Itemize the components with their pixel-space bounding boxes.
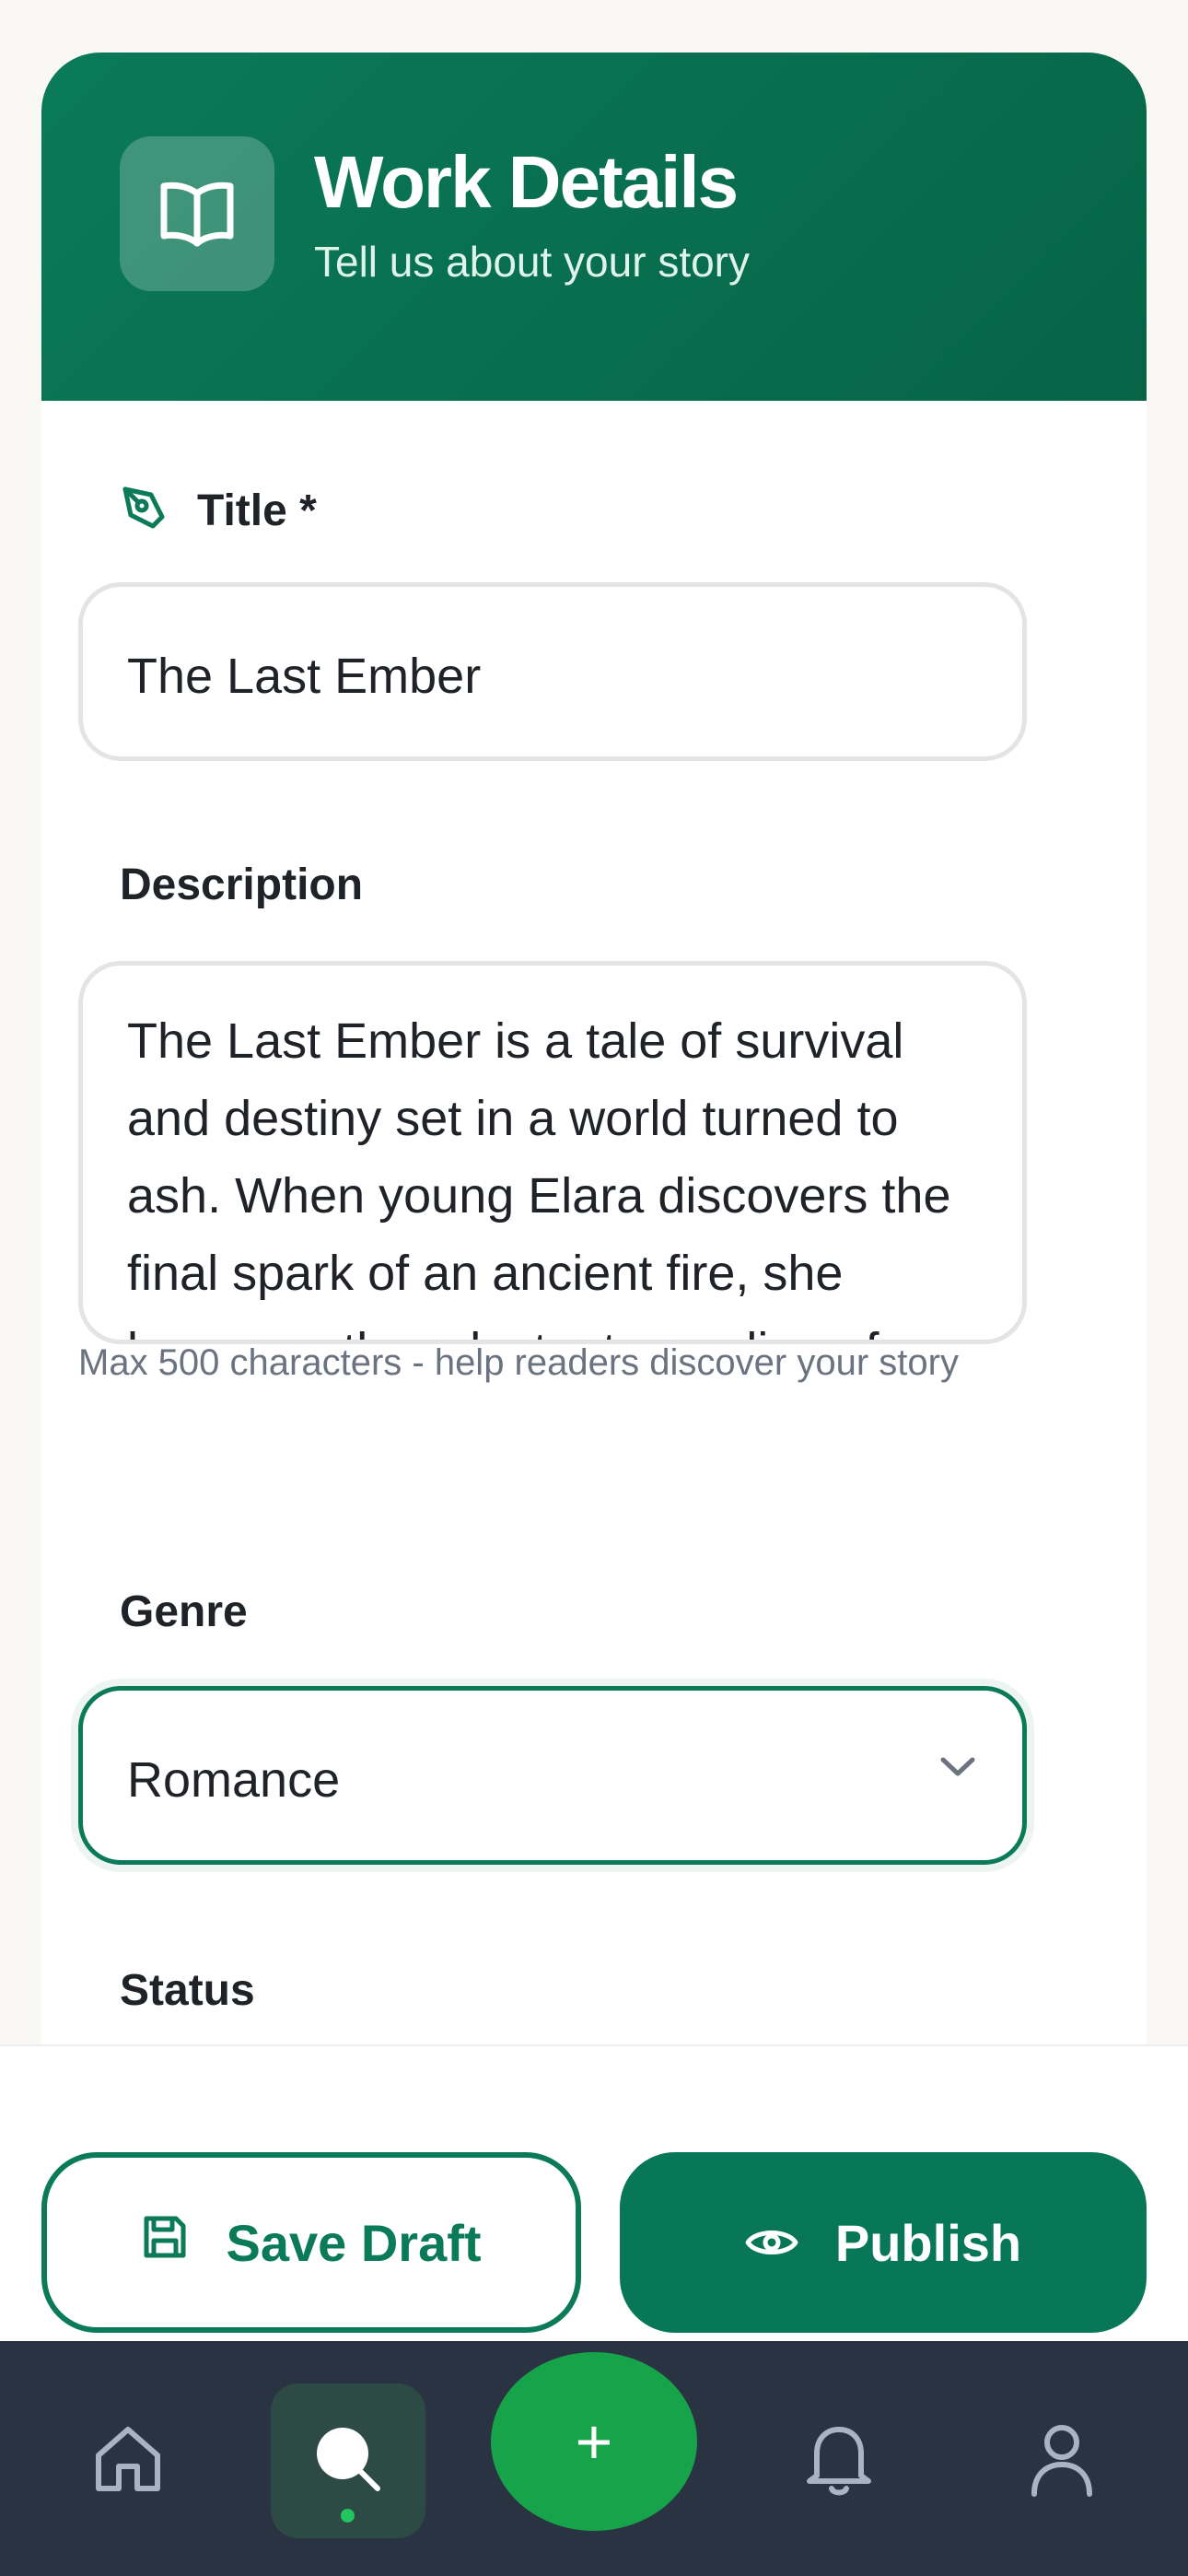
home-icon: [91, 2422, 165, 2500]
genre-label: Genre: [120, 1587, 248, 1636]
bell-icon: [804, 2420, 874, 2502]
save-draft-label: Save Draft: [226, 2213, 482, 2272]
card-header: Work Details Tell us about your story: [41, 53, 1147, 401]
page-title: Work Details: [314, 141, 739, 223]
status-label: Status: [120, 1966, 255, 2015]
nav-profile[interactable]: [1007, 2396, 1116, 2525]
pen-tool-icon: [120, 484, 168, 536]
user-icon: [1029, 2420, 1095, 2502]
description-textarea-value: The Last Ember is a tale of survival and…: [127, 1013, 951, 1340]
chevron-down-icon: [939, 1755, 976, 1784]
nav-home[interactable]: [74, 2396, 182, 2525]
nav-search[interactable]: [271, 2383, 425, 2538]
genre-select-value: Romance: [127, 1752, 341, 1808]
plus-icon: +: [575, 2406, 613, 2477]
save-icon: [141, 2213, 189, 2273]
description-label: Description: [120, 861, 364, 909]
create-fab-button[interactable]: +: [491, 2352, 697, 2531]
publish-button[interactable]: Publish: [620, 2152, 1147, 2333]
genre-select[interactable]: Romance: [78, 1686, 1027, 1865]
search-icon: [311, 2422, 385, 2500]
description-textarea[interactable]: The Last Ember is a tale of survival and…: [78, 961, 1027, 1344]
description-hint: Max 500 characters - help readers discov…: [78, 1342, 959, 1383]
page: Work Details Tell us about your story Ti…: [0, 0, 1188, 2576]
active-indicator-dot: [341, 2509, 355, 2523]
title-input[interactable]: The Last Ember: [78, 582, 1027, 761]
save-draft-button[interactable]: Save Draft: [41, 2152, 581, 2333]
title-label: Title *: [197, 486, 317, 535]
title-input-value: The Last Ember: [127, 649, 482, 704]
page-subtitle: Tell us about your story: [314, 238, 751, 286]
publish-label: Publish: [834, 2213, 1022, 2272]
nav-notifications[interactable]: [785, 2396, 893, 2525]
action-bar: Save Draft Publish: [0, 2044, 1188, 2341]
eye-icon: [745, 2213, 798, 2273]
book-open-icon: [120, 136, 274, 291]
